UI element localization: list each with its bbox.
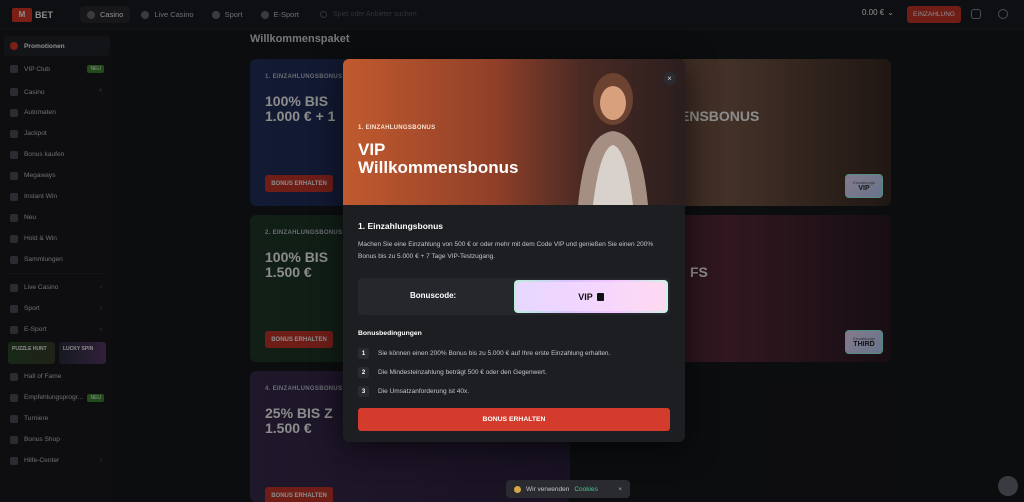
modal-heading: 1. Einzahlungsbonus [358, 221, 444, 231]
copy-icon [596, 292, 604, 301]
cookie-text: Wir verwenden [526, 485, 570, 493]
bonus-code-label: Bonuscode: [410, 291, 457, 300]
get-bonus-button[interactable]: BONUS ERHALTEN [358, 408, 670, 431]
modal-title-line-1: VIP [358, 140, 386, 159]
condition-number: 2 [358, 367, 369, 378]
close-icon[interactable]: × [618, 486, 622, 493]
conditions-heading: Bonusbedingungen [358, 330, 422, 337]
cookie-icon [514, 485, 521, 493]
bonus-code-field: VIP [516, 282, 666, 311]
condition-item: 1 Sie können einen 200% Bonus bis zu 5.00… [358, 348, 610, 359]
modal-title: VIP Willkommensbonus [358, 141, 518, 177]
modal-title-line-2: Willkommensbonus [358, 158, 519, 177]
bonus-code-value: VIP [578, 291, 593, 302]
bonus-modal: 1. EINZAHLUNGSBONUS VIP Willkommensbonus … [343, 59, 685, 442]
hero-model-illustration [578, 73, 648, 205]
condition-text: Sie können einen 200% Bonus bis zu 5.000… [378, 350, 611, 357]
modal-tag: 1. EINZAHLUNGSBONUS [358, 125, 436, 131]
chat-icon[interactable] [998, 476, 1018, 496]
condition-text: Die Mindesteinzahlung beträgt 500 € oder… [378, 369, 547, 376]
condition-number: 3 [358, 386, 369, 397]
modal-hero-banner: 1. EINZAHLUNGSBONUS VIP Willkommensbonus … [343, 59, 685, 205]
close-icon[interactable]: × [663, 72, 676, 85]
bonus-code-row: Bonuscode: VIP [358, 278, 670, 315]
condition-item: 2 Die Mindesteinzahlung beträgt 500 € ode… [358, 367, 547, 378]
condition-text: Die Umsatzanforderung ist 40x. [378, 388, 470, 395]
cookie-link[interactable]: Cookies [574, 486, 597, 493]
bonus-code-copy-button[interactable]: VIP [514, 280, 668, 313]
modal-description: Machen Sie eine Einzahlung von 500 € or … [358, 241, 654, 260]
cookie-banner: Wir verwenden Cookies × [506, 480, 630, 498]
condition-item: 3 Die Umsatzanforderung ist 40x. [358, 386, 469, 397]
condition-number: 1 [358, 348, 369, 359]
